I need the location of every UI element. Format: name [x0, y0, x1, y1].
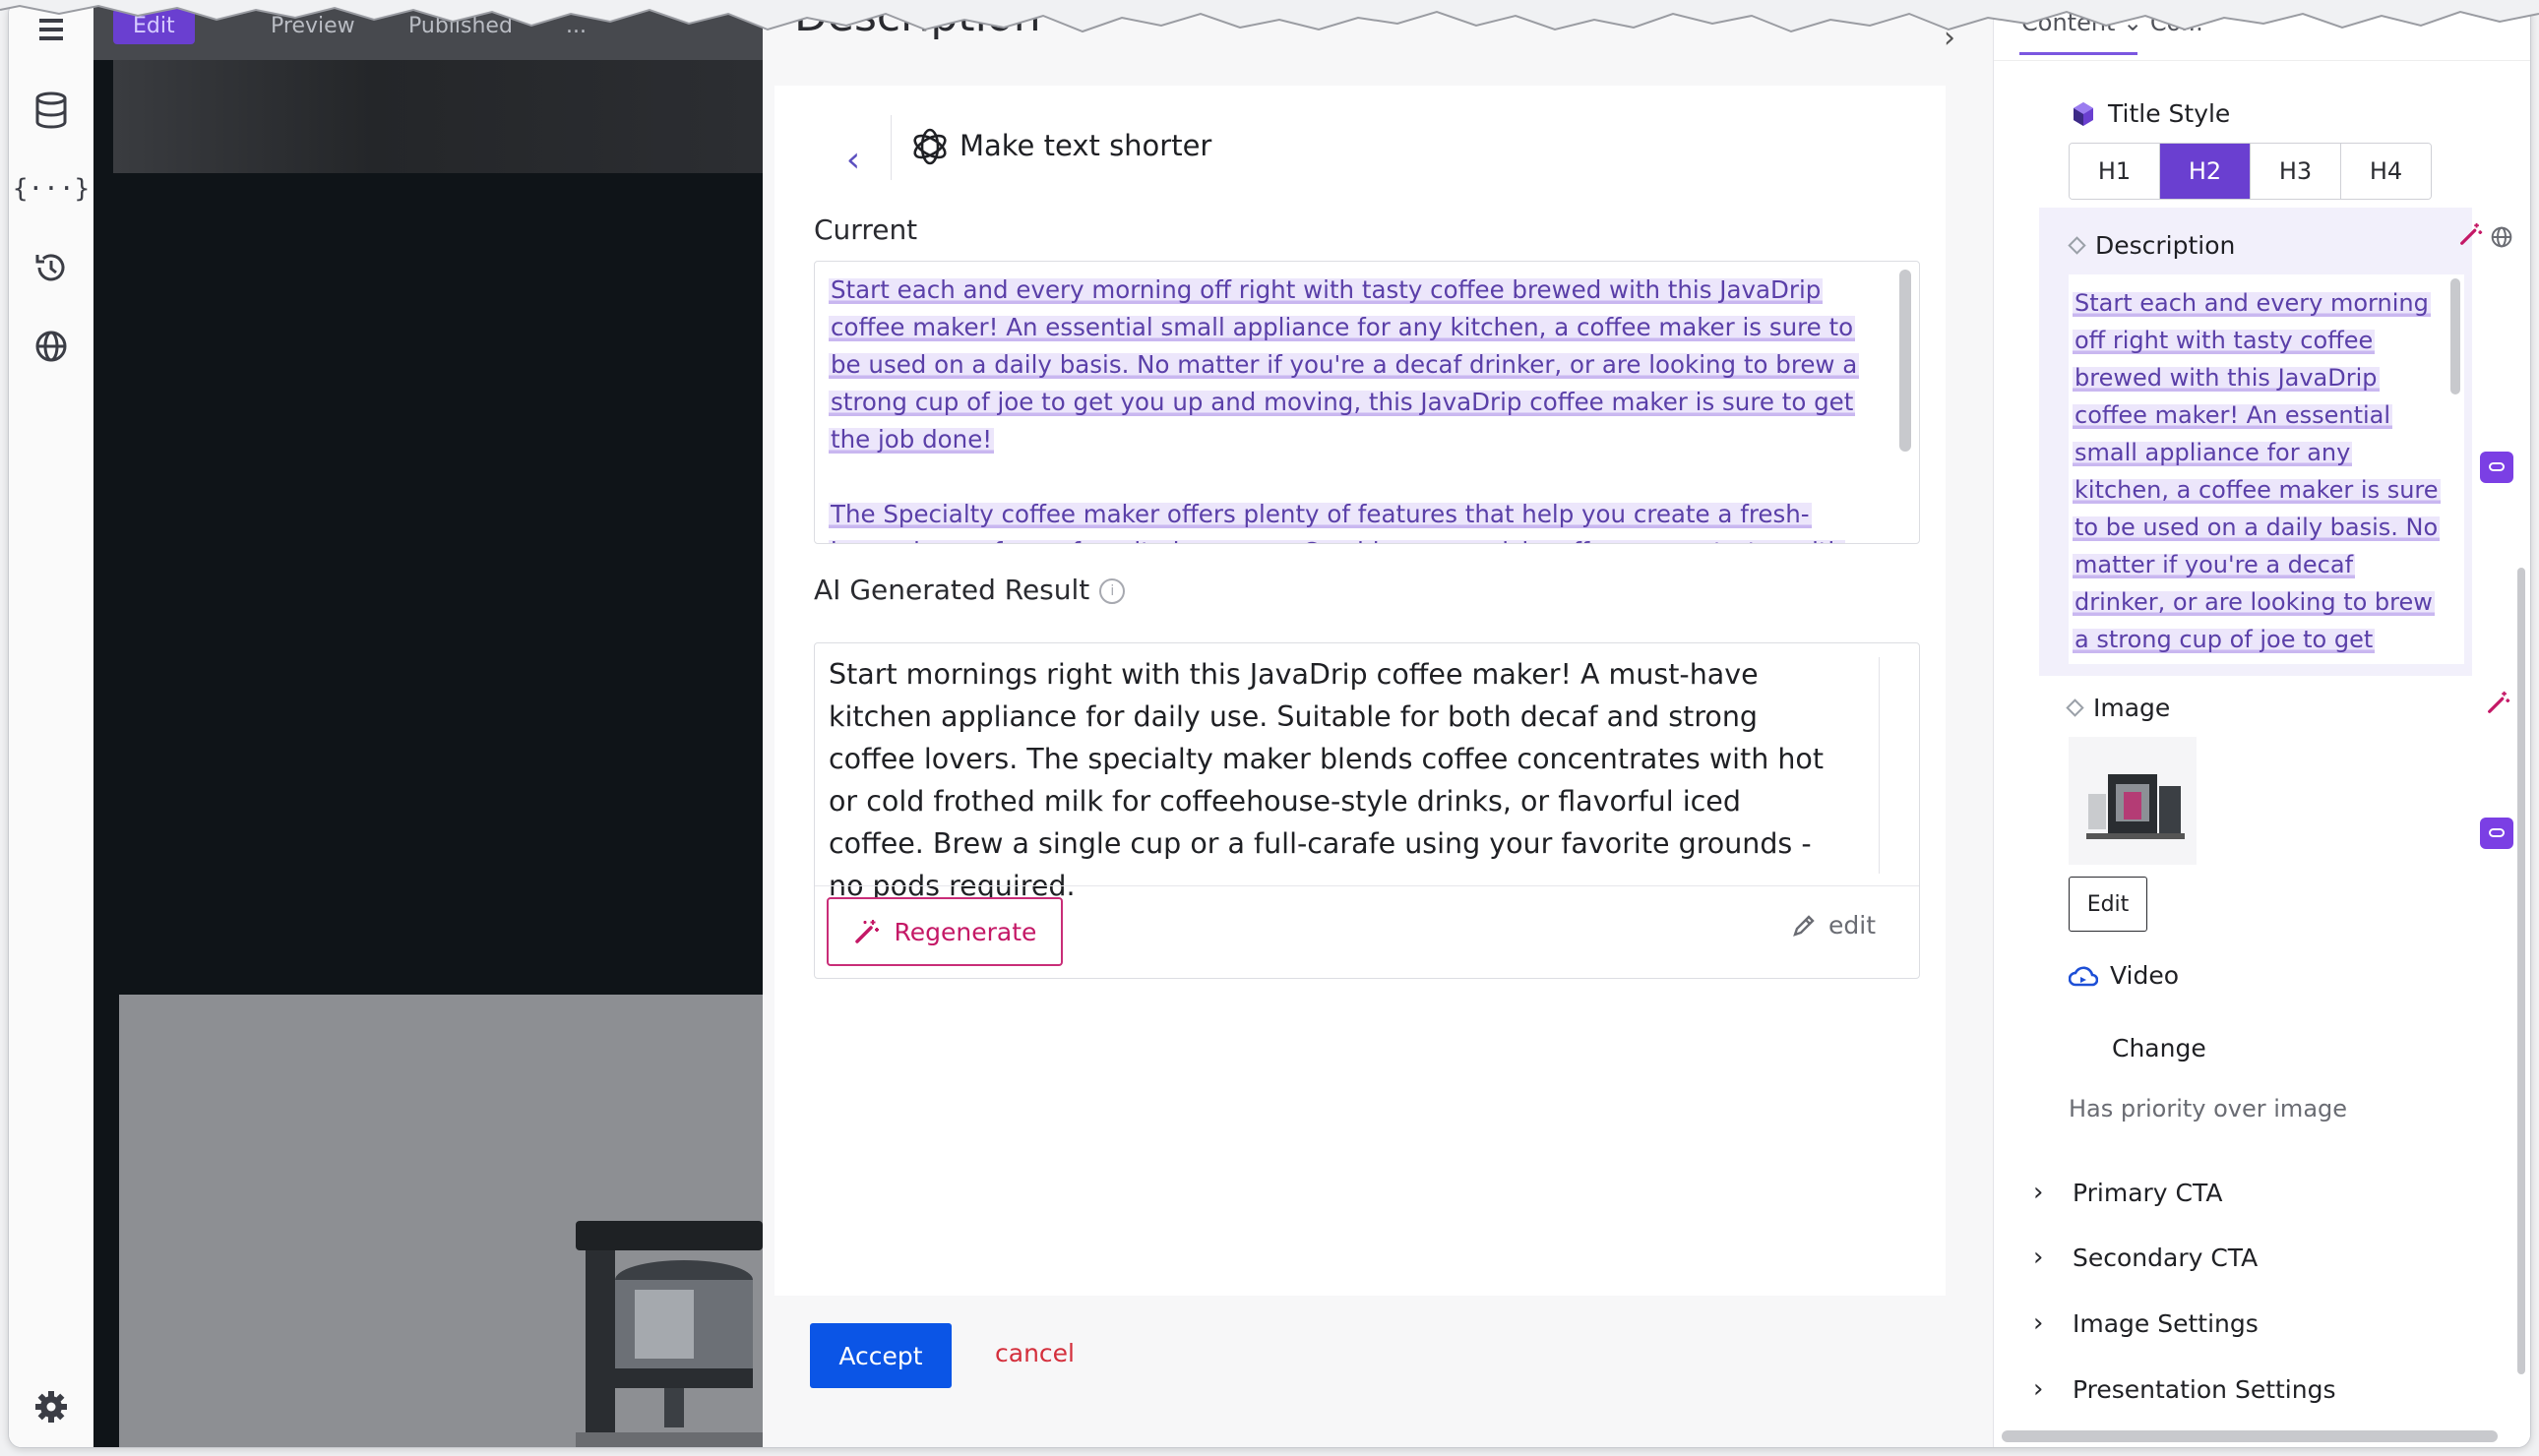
- left-rail: {···}: [9, 1, 94, 1447]
- info-icon[interactable]: i: [1099, 578, 1126, 604]
- description-scrollbar[interactable]: [2450, 278, 2460, 394]
- edit-label: edit: [1828, 911, 1876, 940]
- link-pill-icon[interactable]: [2480, 452, 2513, 483]
- video-header: Video: [2069, 961, 2179, 990]
- section-image-settings[interactable]: › Image Settings: [2033, 1308, 2259, 1338]
- command-title: Make text shorter: [960, 129, 1212, 162]
- link-pill-icon[interactable]: [2480, 818, 2513, 849]
- regenerate-label: Regenerate: [894, 917, 1037, 946]
- title-style-header: Title Style: [2071, 99, 2230, 128]
- description-label: Description: [2095, 231, 2236, 260]
- diamond-icon: [2068, 236, 2086, 255]
- settings-gear-icon[interactable]: [27, 1382, 76, 1431]
- cancel-button[interactable]: cancel: [995, 1339, 1075, 1367]
- result-scrollbar: [1879, 657, 1880, 874]
- section-label: Presentation Settings: [2073, 1374, 2336, 1404]
- ai-assist-modal: Description › ‹ Make text shorter Curren…: [763, 1, 1993, 1447]
- magic-wand-icon: [854, 920, 879, 943]
- torn-edge-overlay: [0, 0, 2539, 33]
- ai-command-card: ‹ Make text shorter Current Start each a…: [774, 86, 1946, 1296]
- video-label: Video: [2110, 961, 2180, 990]
- accept-button[interactable]: Accept: [810, 1323, 952, 1388]
- openai-logo-icon: [913, 128, 947, 165]
- panel-vertical-scrollbar[interactable]: [2517, 568, 2525, 1374]
- description-textarea[interactable]: Start each and every morning off right w…: [2069, 274, 2464, 664]
- regenerate-button[interactable]: Regenerate: [827, 897, 1063, 966]
- video-change-button[interactable]: Change: [2112, 1034, 2206, 1062]
- section-primary-cta[interactable]: › Primary CTA: [2033, 1178, 2222, 1207]
- magic-wand-icon[interactable]: [2458, 221, 2484, 253]
- pencil-icon: [1793, 914, 1815, 937]
- panel-horizontal-scrollbar[interactable]: [2002, 1430, 2498, 1442]
- title-style-h3[interactable]: H3: [2251, 144, 2341, 199]
- result-label: AI Generated Result: [814, 574, 1090, 606]
- globe-icon[interactable]: [27, 322, 76, 371]
- description-header: Description: [2068, 231, 2236, 260]
- chevron-right-icon: ›: [2033, 1178, 2044, 1207]
- edit-result-link[interactable]: edit: [1791, 911, 1876, 940]
- description-field: Description Start each and every morning…: [2039, 208, 2472, 676]
- image-label: Image: [2093, 694, 2171, 722]
- image-edit-button[interactable]: Edit: [2069, 877, 2147, 932]
- image-header: Image: [2066, 694, 2171, 722]
- braces-icon[interactable]: {···}: [13, 164, 90, 213]
- magic-wand-icon[interactable]: [2486, 690, 2511, 721]
- coffee-maker-image: [576, 1221, 763, 1447]
- divider: [815, 885, 1919, 886]
- section-presentation-settings[interactable]: › Presentation Settings: [2033, 1374, 2336, 1404]
- chevron-right-icon: ›: [2033, 1308, 2044, 1338]
- hero-image-strip: [113, 60, 763, 173]
- back-chevron-icon[interactable]: ‹: [834, 133, 873, 186]
- coffee-maker-thumbnail: [2086, 774, 2185, 839]
- current-scrollbar[interactable]: [1899, 270, 1911, 452]
- divider: [1994, 60, 2530, 61]
- diamond-icon: [2066, 698, 2084, 717]
- description-text: Start each and every morning off right w…: [2073, 289, 2441, 653]
- chevron-right-icon: ›: [2033, 1374, 2044, 1404]
- title-style-h1[interactable]: H1: [2070, 144, 2160, 199]
- section-label: Image Settings: [2073, 1308, 2259, 1338]
- section-secondary-cta[interactable]: › Secondary CTA: [2033, 1243, 2258, 1272]
- page-preview: Edit Preview Published ...: [93, 1, 763, 1447]
- cube-icon: [2074, 101, 2093, 126]
- app-window: {···} Edit Preview Published ... › ‹ Mak…: [8, 0, 2531, 1448]
- title-style-h4[interactable]: H4: [2341, 144, 2431, 199]
- current-text-box[interactable]: Start each and every morning off right w…: [814, 261, 1920, 544]
- title-style-label: Title Style: [2108, 99, 2231, 128]
- title-style-h2[interactable]: H2: [2160, 144, 2251, 199]
- title-style-selector: H1 H2 H3 H4: [2069, 143, 2432, 200]
- history-icon[interactable]: [27, 243, 76, 292]
- ai-result-text[interactable]: Start mornings right with this JavaDrip …: [829, 653, 1832, 907]
- current-label: Current: [814, 213, 918, 246]
- active-tab-indicator: [2019, 52, 2137, 55]
- result-box: Start mornings right with this JavaDrip …: [814, 642, 1920, 979]
- chevron-right-icon: ›: [2033, 1243, 2044, 1272]
- section-label: Primary CTA: [2073, 1178, 2223, 1207]
- section-label: Secondary CTA: [2073, 1243, 2259, 1272]
- cloud-video-icon: [2069, 966, 2098, 986]
- database-icon[interactable]: [27, 86, 76, 135]
- globe-icon[interactable]: [2490, 225, 2513, 253]
- current-text-paragraph-2: The Specialty coffee maker offers plenty…: [829, 500, 1846, 543]
- settings-panel: Content ⌄ Co... Title Style H1 H2 H3 H4 …: [1993, 1, 2530, 1447]
- result-label-row: AI Generated Result i: [814, 574, 1126, 606]
- video-hint: Has priority over image: [2069, 1095, 2348, 1122]
- image-thumbnail[interactable]: [2069, 737, 2197, 865]
- divider: [891, 115, 892, 180]
- current-text-paragraph-1: Start each and every morning off right w…: [829, 275, 1860, 454]
